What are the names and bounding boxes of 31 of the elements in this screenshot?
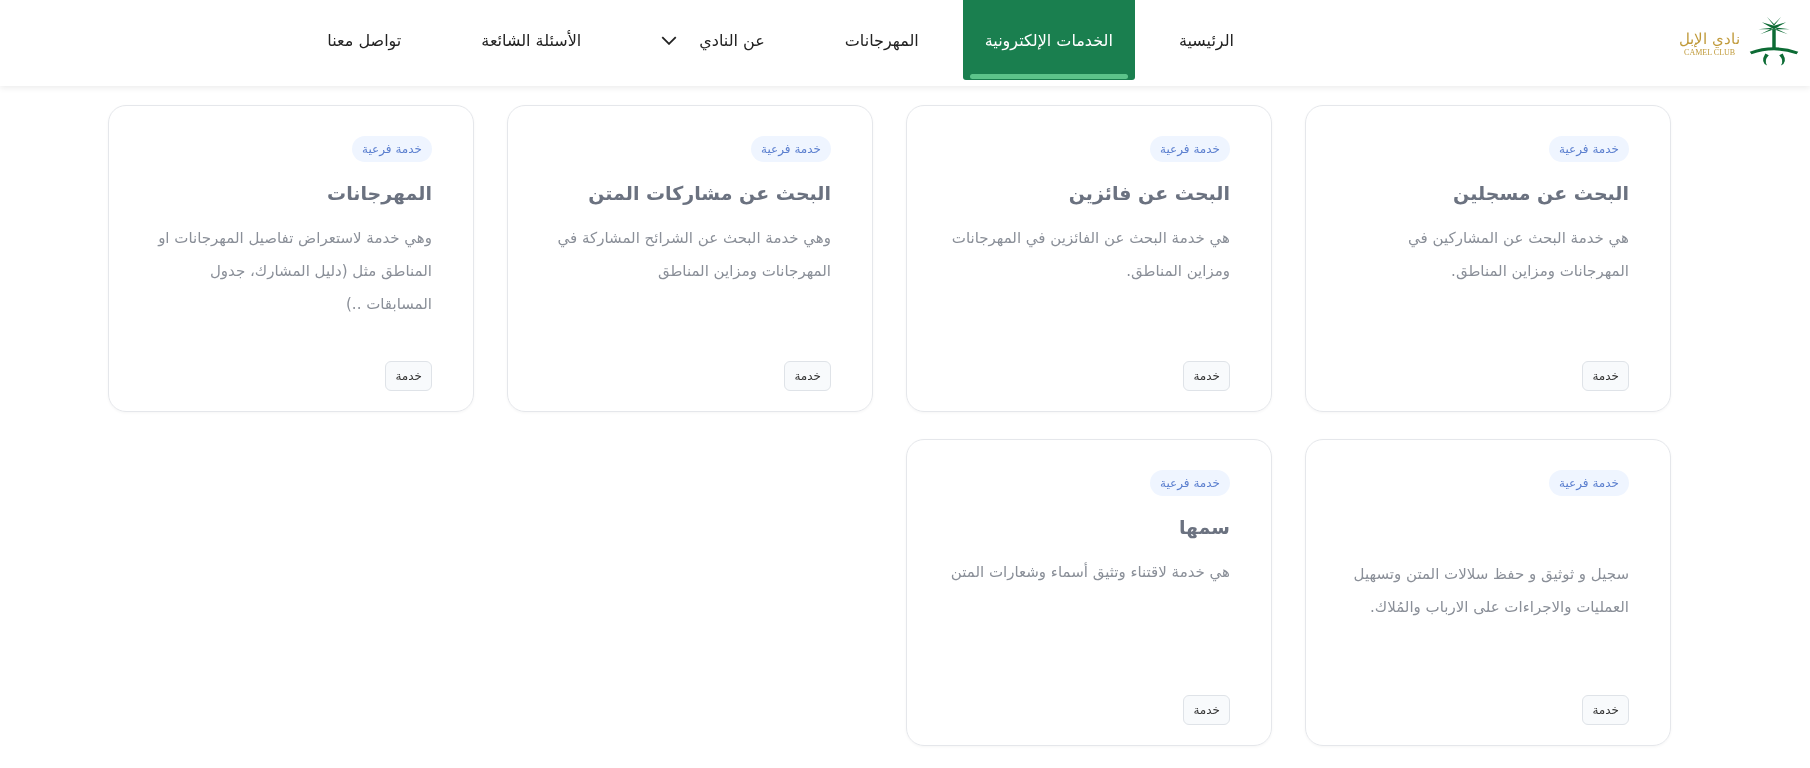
card-description: هي خدمة البحث عن المشاركين في المهرجانات ومزاين المناطق. bbox=[1407, 228, 1629, 282]
logo-text: نادي الإبل bbox=[1679, 29, 1740, 48]
service-badge: خدمة فرعية bbox=[352, 136, 432, 162]
nav-tab[interactable]: المهرجانات bbox=[808, 0, 955, 80]
service-button[interactable]: خدمة bbox=[1582, 695, 1629, 725]
card-description: وهي خدمة البحث عن الشرائح المشاركة في المهرجانات ومزاين المناطق bbox=[556, 228, 831, 282]
service-button[interactable]: خدمة bbox=[385, 361, 432, 391]
card-description: هي خدمة لاقتناء وتثيق أسماء وشعارات المتن bbox=[949, 561, 1230, 584]
service-button[interactable]: خدمة bbox=[1582, 361, 1629, 391]
service-badge: خدمة فرعية bbox=[1549, 470, 1629, 496]
service-badge: خدمة فرعية bbox=[1150, 470, 1230, 496]
service-button[interactable]: خدمة bbox=[1183, 361, 1230, 391]
nav-tab[interactable]: الرئيسية bbox=[1142, 0, 1270, 80]
nav-tab[interactable]: الخدمات الإلكترونية bbox=[962, 0, 1135, 80]
card-title: البحث عن مشاركات المتن bbox=[588, 182, 831, 204]
service-badge: خدمة فرعية bbox=[1150, 136, 1230, 162]
nav-tab[interactable]: الأسئلة الشائعة bbox=[445, 0, 618, 80]
service-button[interactable]: خدمة bbox=[1183, 695, 1230, 725]
card-title: المهرجانات bbox=[327, 182, 432, 204]
service-button[interactable]: خدمة bbox=[784, 361, 831, 391]
logo-caption: CAMEL CLUB bbox=[1684, 47, 1736, 57]
card-title: البحث عن فائزين bbox=[1068, 182, 1230, 204]
nav-tab[interactable]: تواصل معنا bbox=[291, 0, 438, 80]
service-badge: خدمة فرعية bbox=[751, 136, 831, 162]
card-title: البحث عن مسجلين bbox=[1453, 182, 1629, 204]
card-description: وهي خدمة لاستعراض تفاصيل المهرجانات او المناطق مثل (دليل المشارك، جدول المسابقات ..) bbox=[156, 228, 432, 315]
card-title: سمها bbox=[1178, 516, 1230, 538]
card-description: سجيل و ثوثيق و حفظ سلالات المتن وتسهيل العمليات والاجراءات على الارباب والمُلاك. bbox=[1352, 564, 1629, 618]
card-description: هي خدمة البحث عن الفائزين في المهرجانات ومزاين المناطق. bbox=[950, 228, 1230, 282]
nav-tab[interactable]: عن النادي bbox=[625, 0, 801, 80]
service-badge: خدمة فرعية bbox=[1549, 136, 1629, 162]
